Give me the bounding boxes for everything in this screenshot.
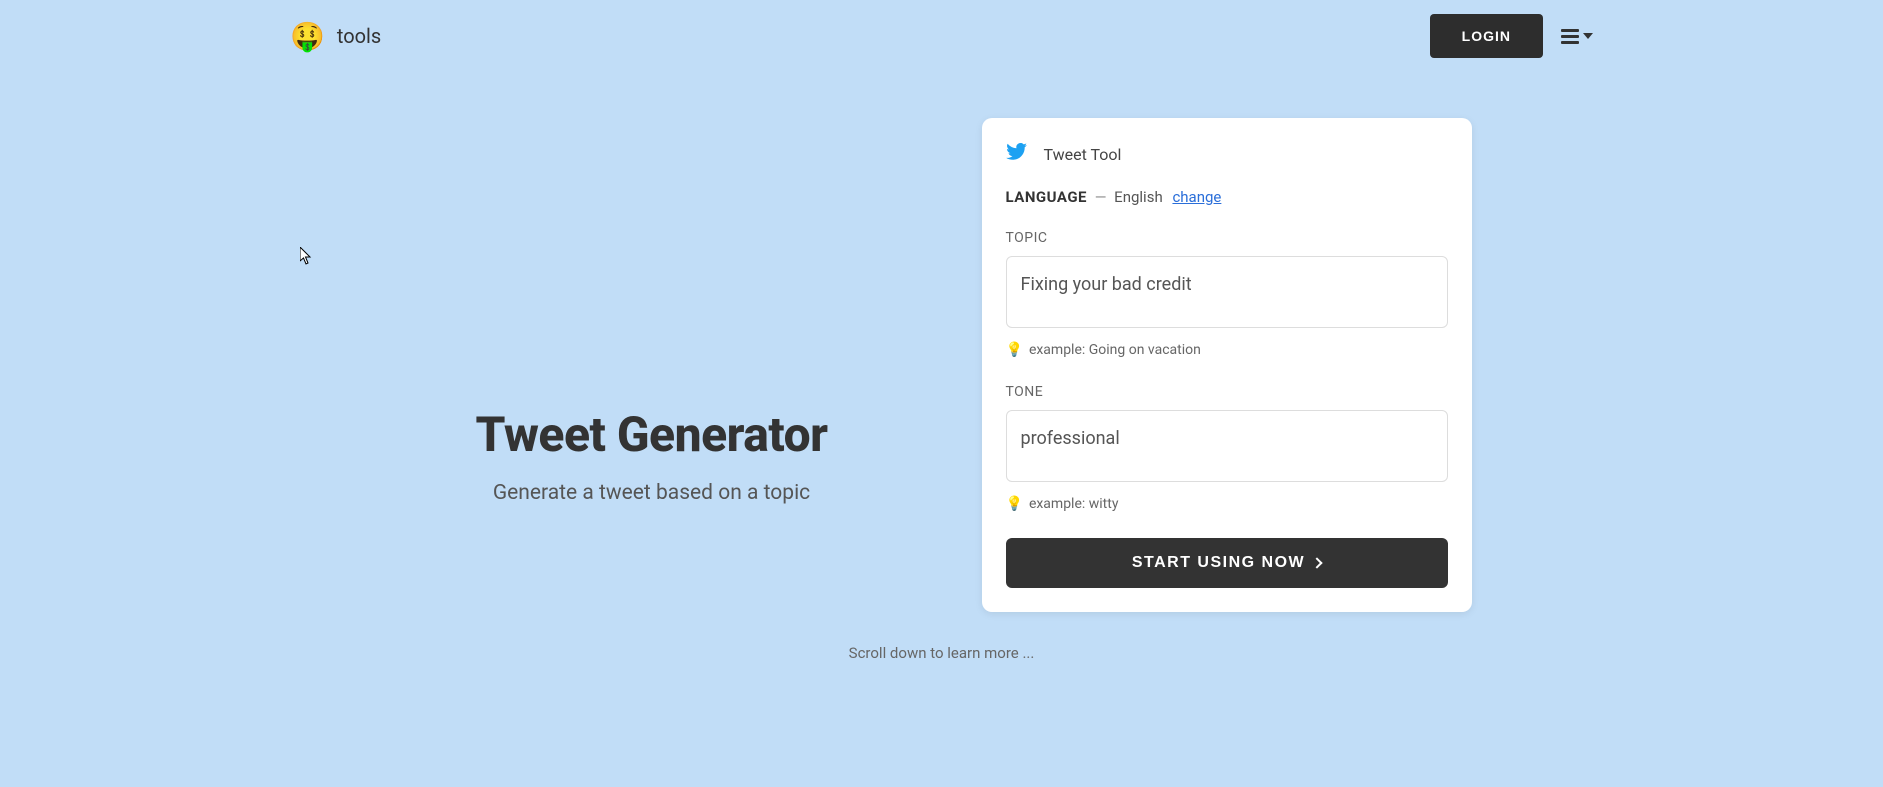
language-value: English: [1114, 188, 1163, 206]
bulb-icon: 💡: [1006, 342, 1023, 358]
money-face-icon: 🤑: [290, 20, 325, 53]
language-label: LANGUAGE: [1006, 188, 1087, 206]
scroll-hint: Scroll down to learn more ...: [0, 644, 1883, 662]
login-button[interactable]: LOGIN: [1430, 14, 1543, 58]
tone-input[interactable]: [1006, 410, 1448, 482]
tweet-tool-card: Tweet Tool LANGUAGE — English change TOP…: [982, 118, 1472, 612]
twitter-icon: [1006, 142, 1028, 166]
topic-hint: example: Going on vacation: [1029, 342, 1201, 358]
tone-label: TONE: [1006, 384, 1448, 400]
topic-input[interactable]: [1006, 256, 1448, 328]
start-using-now-button[interactable]: START USING NOW: [1006, 538, 1448, 588]
page-subtitle: Generate a tweet based on a topic: [493, 481, 810, 505]
topic-label: TOPIC: [1006, 230, 1448, 246]
page-title: Tweet Generator: [475, 406, 827, 463]
cta-label: START USING NOW: [1132, 554, 1305, 572]
bulb-icon: 💡: [1006, 496, 1023, 512]
language-separator: —: [1095, 188, 1107, 206]
change-language-link[interactable]: change: [1172, 188, 1221, 206]
chevron-right-icon: [1311, 557, 1322, 568]
hamburger-icon: [1561, 29, 1579, 44]
logo-text: tools: [337, 24, 381, 48]
card-title: Tweet Tool: [1044, 145, 1122, 164]
menu-toggle[interactable]: [1561, 29, 1593, 44]
tone-hint: example: witty: [1029, 496, 1119, 512]
chevron-down-icon: [1583, 33, 1593, 39]
logo[interactable]: 🤑 tools: [290, 20, 381, 53]
